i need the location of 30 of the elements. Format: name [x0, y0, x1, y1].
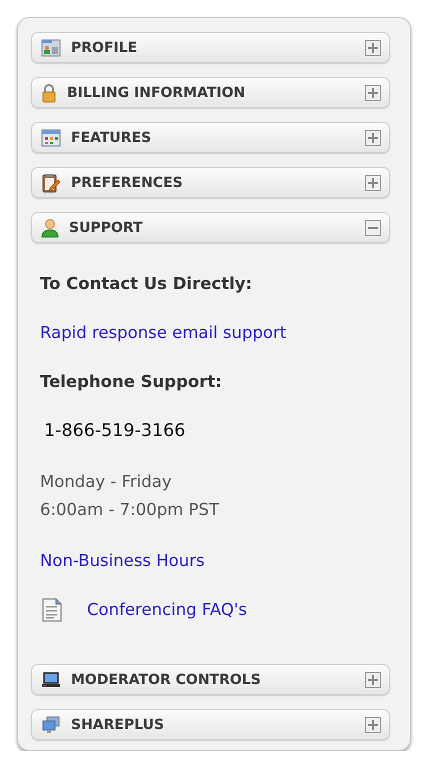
- hours-text: 6:00am - 7:00pm PST: [40, 499, 220, 521]
- expand-icon[interactable]: [365, 40, 381, 56]
- expand-icon[interactable]: [365, 130, 381, 146]
- person-icon: [41, 218, 59, 238]
- section-header[interactable]: SHAREPLUS: [31, 709, 390, 740]
- section-header[interactable]: SUPPORT: [31, 212, 390, 243]
- laptop-icon: [41, 670, 61, 688]
- section-header[interactable]: PROFILE: [31, 32, 390, 63]
- expand-icon[interactable]: [365, 716, 381, 732]
- document-icon: [42, 598, 62, 622]
- section-heading: To Contact Us Directly:: [40, 273, 254, 295]
- hours-text: Monday - Friday: [40, 471, 172, 493]
- link[interactable]: Non-Business Hours: [40, 549, 205, 573]
- phone-number: 1-866-519-3166: [44, 420, 186, 443]
- clipboard-pencil-icon: [41, 172, 61, 192]
- padlock-icon: [41, 82, 57, 102]
- section-header[interactable]: MODERATOR CONTROLS: [31, 664, 390, 695]
- collapse-icon[interactable]: [365, 220, 381, 236]
- section-header[interactable]: PREFERENCES: [31, 167, 390, 198]
- link[interactable]: Rapid response email support: [40, 321, 286, 345]
- screens-icon: [41, 716, 61, 734]
- calendar-icon: [41, 128, 61, 146]
- section-header[interactable]: FEATURES: [31, 122, 390, 153]
- link[interactable]: Conferencing FAQ's: [87, 598, 247, 622]
- expand-icon[interactable]: [365, 174, 381, 190]
- expand-icon[interactable]: [365, 672, 381, 688]
- section-header[interactable]: BILLING INFORMATION: [31, 77, 390, 108]
- id-card-icon: [41, 38, 61, 56]
- section-heading: Telephone Support:: [40, 371, 223, 393]
- expand-icon[interactable]: [365, 84, 381, 100]
